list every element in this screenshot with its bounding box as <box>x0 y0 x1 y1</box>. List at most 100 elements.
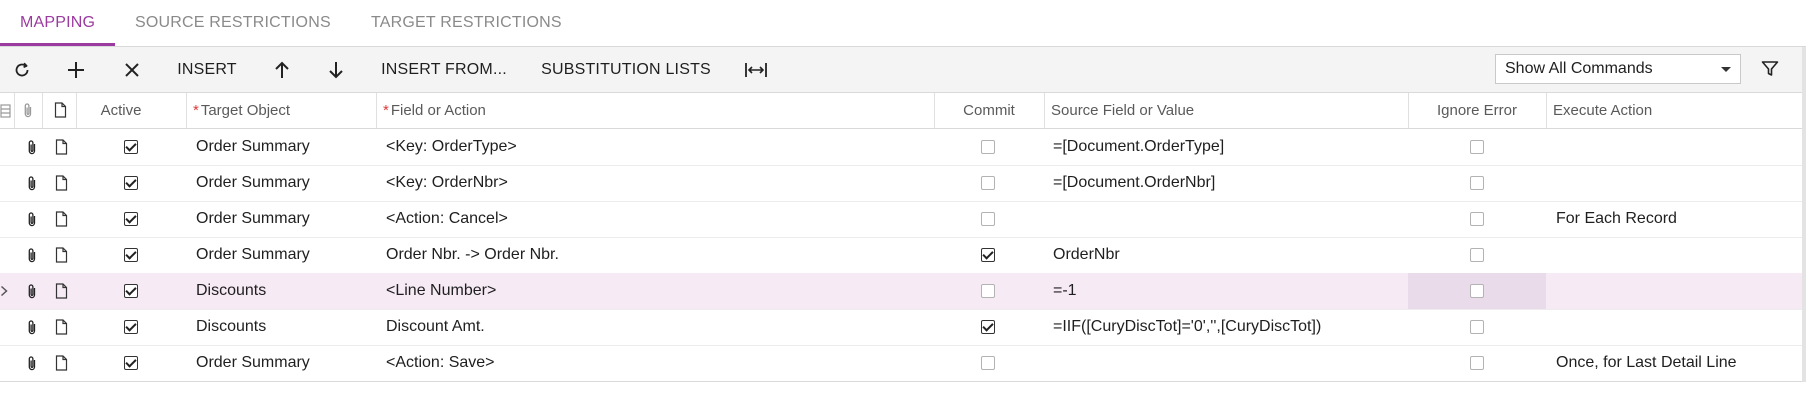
ignore-error-cell[interactable] <box>1408 273 1546 309</box>
ignore-error-cell[interactable] <box>1408 201 1546 237</box>
column-header-field-or-action[interactable]: * Field or Action <box>376 93 934 128</box>
ignore-error-checkbox[interactable] <box>1470 176 1484 190</box>
execute-action-cell[interactable] <box>1548 309 1802 345</box>
paperclip-icon[interactable] <box>26 175 38 192</box>
ignore-error-checkbox[interactable] <box>1470 356 1484 370</box>
tab-source-restrictions[interactable]: SOURCE RESTRICTIONS <box>135 0 331 46</box>
table-row[interactable]: Order Summary <Key: OrderNbr> =[Document.O… <box>0 165 1802 202</box>
note-icon[interactable] <box>55 283 68 299</box>
commit-checkbox[interactable] <box>981 284 995 298</box>
note-icon[interactable] <box>55 355 68 371</box>
active-checkbox[interactable] <box>124 248 138 262</box>
ignore-error-cell[interactable] <box>1408 309 1546 345</box>
commit-checkbox[interactable] <box>981 320 995 334</box>
ignore-error-checkbox[interactable] <box>1470 140 1484 154</box>
active-checkbox[interactable] <box>124 284 138 298</box>
commit-checkbox[interactable] <box>981 176 995 190</box>
ignore-error-cell[interactable] <box>1408 345 1546 381</box>
field-or-action-cell[interactable]: <Action: Cancel> <box>378 201 934 237</box>
table-row[interactable]: Order Summary <Action: Cancel> For Each Re… <box>0 201 1802 238</box>
field-or-action-cell[interactable]: Discount Amt. <box>378 309 934 345</box>
commands-select[interactable]: Show All Commands <box>1495 54 1741 84</box>
source-field-cell[interactable]: =-1 <box>1045 273 1408 309</box>
ignore-error-checkbox[interactable] <box>1470 248 1484 262</box>
table-row[interactable]: Order Summary Order Nbr. -> Order Nbr. Ord… <box>0 237 1802 274</box>
filter-button[interactable] <box>1760 59 1780 84</box>
source-field-cell[interactable]: =IIF([CuryDiscTot]='0','',[CuryDiscTot]) <box>1045 309 1408 345</box>
field-or-action-cell[interactable]: <Line Number> <box>378 273 934 309</box>
note-icon[interactable] <box>55 175 68 191</box>
source-field-cell[interactable]: OrderNbr <box>1045 237 1408 273</box>
substitution-lists-button[interactable]: SUBSTITUTION LISTS <box>540 47 712 92</box>
source-field-cell[interactable] <box>1045 345 1408 381</box>
commit-checkbox[interactable] <box>981 140 995 154</box>
paperclip-icon[interactable] <box>26 139 38 156</box>
active-checkbox[interactable] <box>124 176 138 190</box>
paperclip-icon[interactable] <box>26 283 38 300</box>
table-row[interactable]: Order Summary <Key: OrderType> =[Document.… <box>0 129 1802 166</box>
tab-mapping[interactable]: MAPPING <box>20 0 95 46</box>
paperclip-icon[interactable] <box>26 319 38 336</box>
execute-action-cell[interactable] <box>1548 165 1802 201</box>
commit-checkbox[interactable] <box>981 248 995 262</box>
refresh-button[interactable] <box>8 47 36 92</box>
table-row[interactable]: Discounts <Line Number> =-1 <box>0 273 1802 310</box>
header-divider <box>42 93 43 128</box>
vertical-scrollbar[interactable] <box>1802 47 1806 382</box>
add-row-button[interactable] <box>62 47 90 92</box>
target-object-cell[interactable]: Order Summary <box>188 165 376 201</box>
target-object-cell[interactable]: Order Summary <box>188 201 376 237</box>
ignore-error-cell[interactable] <box>1408 165 1546 201</box>
ignore-error-cell[interactable] <box>1408 129 1546 165</box>
source-field-cell[interactable] <box>1045 201 1408 237</box>
target-object-cell[interactable]: Discounts <box>188 309 376 345</box>
insert-button[interactable]: INSERT <box>172 47 242 92</box>
table-row[interactable]: Discounts Discount Amt. =IIF([CuryDiscTot]… <box>0 309 1802 346</box>
delete-row-button[interactable] <box>118 47 146 92</box>
execute-action-cell[interactable] <box>1548 129 1802 165</box>
move-up-button[interactable] <box>268 47 296 92</box>
target-object-cell[interactable]: Order Summary <box>188 129 376 165</box>
ignore-error-checkbox[interactable] <box>1470 320 1484 334</box>
commit-checkbox[interactable] <box>981 212 995 226</box>
ignore-error-checkbox[interactable] <box>1470 284 1484 298</box>
paperclip-icon[interactable] <box>26 247 38 264</box>
field-or-action-cell[interactable]: <Key: OrderNbr> <box>378 165 934 201</box>
table-row[interactable]: Order Summary <Action: Save> Once, for Las… <box>0 345 1802 382</box>
active-checkbox[interactable] <box>124 356 138 370</box>
source-field-cell[interactable]: =[Document.OrderType] <box>1045 129 1408 165</box>
note-icon[interactable] <box>55 319 68 335</box>
ignore-error-checkbox[interactable] <box>1470 212 1484 226</box>
source-field-cell[interactable]: =[Document.OrderNbr] <box>1045 165 1408 201</box>
column-header-execute-action[interactable]: Execute Action <box>1546 93 1802 128</box>
field-or-action-cell[interactable]: <Key: OrderType> <box>378 129 934 165</box>
ignore-error-cell[interactable] <box>1408 237 1546 273</box>
execute-action-cell[interactable] <box>1548 273 1802 309</box>
target-object-cell[interactable]: Discounts <box>188 273 376 309</box>
target-object-cell[interactable]: Order Summary <box>188 237 376 273</box>
column-header-source-field[interactable]: Source Field or Value <box>1044 93 1408 128</box>
active-checkbox[interactable] <box>124 140 138 154</box>
column-header-ignore-error[interactable]: Ignore Error <box>1408 93 1546 128</box>
execute-action-cell[interactable] <box>1548 237 1802 273</box>
field-or-action-cell[interactable]: Order Nbr. -> Order Nbr. <box>378 237 934 273</box>
target-object-cell[interactable]: Order Summary <box>188 345 376 381</box>
fit-columns-button[interactable] <box>742 47 770 92</box>
note-icon[interactable] <box>55 139 68 155</box>
execute-action-cell[interactable]: Once, for Last Detail Line <box>1548 345 1802 381</box>
note-icon[interactable] <box>55 247 68 263</box>
move-down-button[interactable] <box>322 47 350 92</box>
column-header-target-object[interactable]: * Target Object <box>186 93 376 128</box>
paperclip-icon[interactable] <box>26 211 38 228</box>
insert-from-button[interactable]: INSERT FROM... <box>381 47 507 92</box>
active-checkbox[interactable] <box>124 320 138 334</box>
field-or-action-cell[interactable]: <Action: Save> <box>378 345 934 381</box>
column-header-commit[interactable]: Commit <box>934 93 1044 128</box>
execute-action-cell[interactable]: For Each Record <box>1548 201 1802 237</box>
tab-target-restrictions[interactable]: TARGET RESTRICTIONS <box>371 0 562 46</box>
paperclip-icon[interactable] <box>26 355 38 372</box>
active-checkbox[interactable] <box>124 212 138 226</box>
column-header-active[interactable]: Active <box>76 93 166 128</box>
commit-checkbox[interactable] <box>981 356 995 370</box>
note-icon[interactable] <box>55 211 68 227</box>
